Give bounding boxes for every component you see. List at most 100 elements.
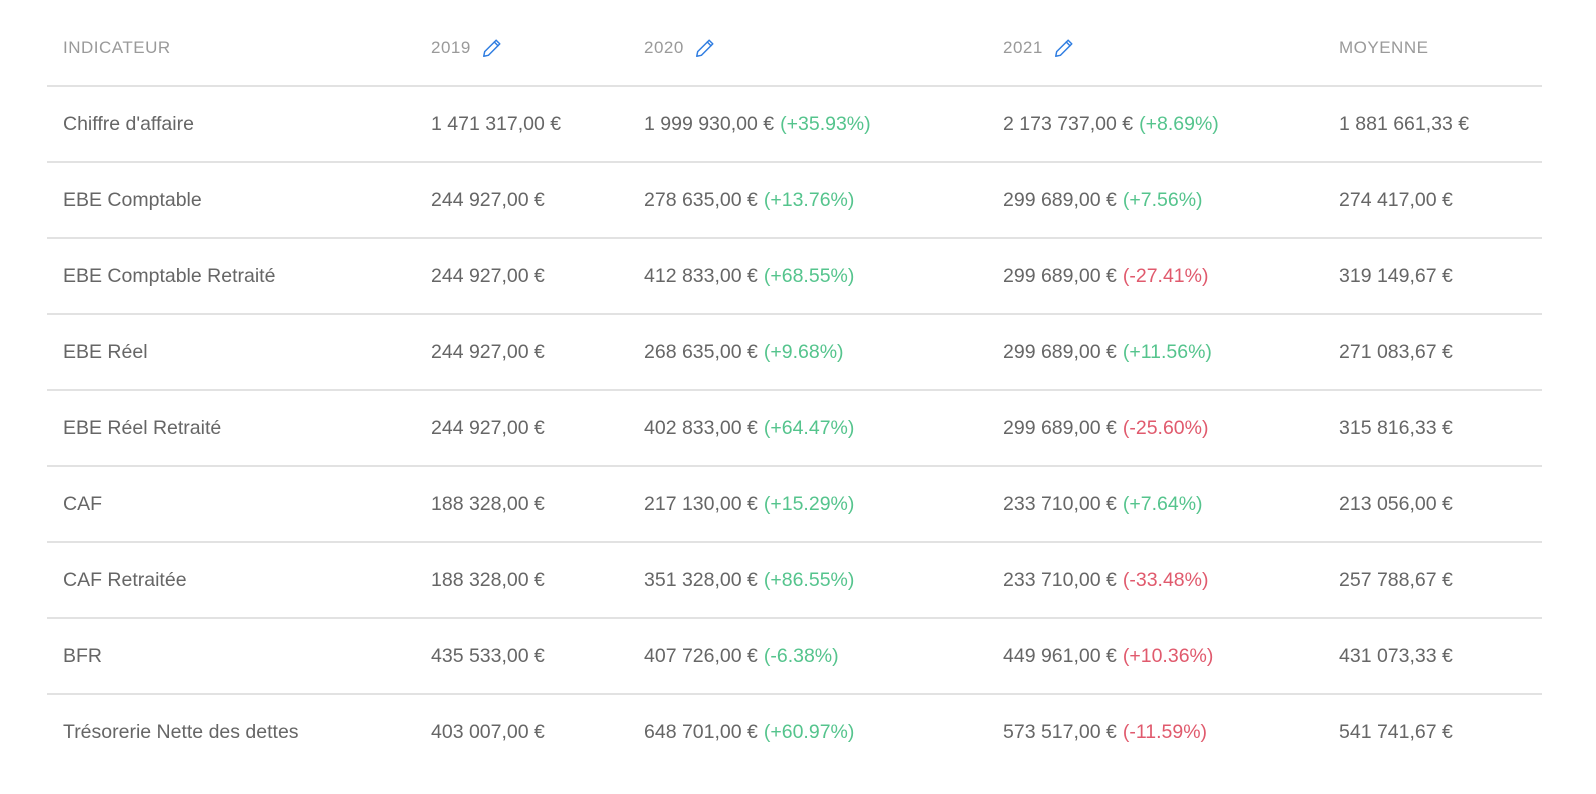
column-header-2021: 2021: [987, 0, 1323, 87]
table-body: Chiffre d'affaire 1 471 317,00 € 1 999 9…: [47, 86, 1542, 770]
value-2021: 233 710,00 €: [1003, 568, 1117, 591]
cell-value-2021: 449 961,00 € (+10.36%): [987, 618, 1323, 695]
change-2020-percent: (+86.55%): [763, 568, 855, 591]
cell-value-2020: 648 701,00 € (+60.97%): [628, 694, 987, 770]
change-2020-percent: (+64.47%): [763, 416, 855, 439]
cell-average: 274 417,00 €: [1323, 162, 1542, 239]
table-row: EBE Réel Retraité 244 927,00 € 402 833,0…: [47, 390, 1542, 467]
table-row: BFR 435 533,00 € 407 726,00 € (-6.38%) 44…: [47, 618, 1542, 695]
cell-average: 431 073,33 €: [1323, 618, 1542, 695]
value-2021: 299 689,00 €: [1003, 340, 1117, 363]
cell-value-2021: 299 689,00 € (-25.60%): [987, 390, 1323, 467]
cell-value-2019: 244 927,00 €: [415, 162, 628, 239]
value-2020: 407 726,00 €: [644, 644, 758, 667]
cell-indicator-label: Trésorerie Nette des dettes: [63, 721, 299, 743]
change-2020-percent: (+60.97%): [763, 721, 855, 743]
cell-value-2020: 278 635,00 € (+13.76%): [628, 162, 987, 239]
value-2021: 299 689,00 €: [1003, 416, 1117, 439]
table-header: INDICATEUR 2019 2020 2021 MOYENNE: [47, 0, 1542, 87]
value-2020: 648 701,00 €: [644, 721, 758, 743]
cell-value-2019: 188 328,00 €: [415, 466, 628, 543]
cell-value-2021: 299 689,00 € (-27.41%): [987, 238, 1323, 315]
cell-indicator-label: BFR: [47, 618, 415, 695]
change-2020-percent: (+68.55%): [763, 264, 855, 287]
column-header-2020-label: 2020: [644, 37, 684, 57]
cell-indicator-label: EBE Comptable: [47, 162, 415, 239]
table-row: EBE Réel 244 927,00 € 268 635,00 € (+9.68…: [47, 314, 1542, 391]
value-2020: 217 130,00 €: [644, 492, 758, 515]
cell-value-2019: 244 927,00 €: [415, 314, 628, 391]
table-row: EBE Comptable 244 927,00 € 278 635,00 €(…: [47, 162, 1542, 239]
cell-value-2021: 2 173 737,00 € (+8.69%): [987, 86, 1323, 163]
table-row: Chiffre d'affaire 1 471 317,00 € 1 999 9…: [47, 86, 1542, 163]
cell-value-2019: 1 471 317,00 €: [415, 86, 628, 163]
column-header-2019-label: 2019: [431, 37, 471, 57]
value-2021: 299 689,00 €: [1003, 188, 1117, 211]
value-2020: 1 999 930,00 €: [644, 112, 775, 135]
value-2021: 2 173 737,00 €: [1003, 112, 1134, 135]
change-2021-percent: (+8.69%): [1139, 112, 1219, 135]
cell-value-2021: 233 710,00 € (-33.48%): [987, 542, 1323, 619]
table-header-row: INDICATEUR 2019 2020 2021 MOYENNE: [47, 0, 1542, 87]
value-2021: 233 710,00 €: [1003, 492, 1117, 515]
cell-value-2019: 403 007,00 €: [431, 721, 545, 743]
cell-average: 271 083,67 €: [1323, 314, 1542, 391]
value-2020: 268 635,00 €: [644, 340, 758, 363]
value-2020: 351 328,00 €: [644, 568, 758, 591]
change-2021-percent: (+7.56%): [1122, 188, 1203, 211]
cell-indicator-label: EBE Comptable Retraité: [47, 238, 415, 315]
cell-average: 315 816,33 €: [1323, 390, 1542, 467]
cell-value-2020: 217 130,00 € (+15.29%): [628, 466, 987, 543]
cell-average: 541 741,67 €: [1339, 721, 1453, 743]
cell-value-2021: 299 689,00 € (+11.56%): [987, 314, 1323, 391]
cell-value-2021: 573 517,00 € (-11.59%): [987, 694, 1323, 770]
table-row: CAF 188 328,00 € 217 130,00 € (+15.29%) 2…: [47, 466, 1542, 543]
cell-indicator-label: EBE Réel Retraité: [47, 390, 415, 467]
cell-value-2021: 299 689,00 € (+7.56%): [987, 162, 1323, 239]
value-2020: 278 635,00 €: [644, 188, 758, 211]
edit-2021-pencil-icon[interactable]: [1053, 37, 1075, 59]
column-header-indicator: INDICATEUR: [47, 0, 415, 87]
column-header-2019: 2019: [415, 0, 628, 87]
cell-value-2019: 188 328,00 €: [415, 542, 628, 619]
cell-average: 213 056,00 €: [1323, 466, 1542, 543]
cell-average: 257 788,67 €: [1323, 542, 1542, 619]
cell-value-2020: 268 635,00 € (+9.68%): [628, 314, 987, 391]
value-2021: 299 689,00 €: [1003, 264, 1117, 287]
change-2021-percent: (-33.48%): [1122, 568, 1209, 591]
change-2020-percent: (+9.68%): [763, 340, 844, 363]
table-row: CAF Retraitée 188 328,00 € 351 328,00 €(…: [47, 542, 1542, 619]
table-row: Trésorerie Nette des dettes 403 007,00 €…: [47, 694, 1542, 770]
cell-value-2021: 233 710,00 € (+7.64%): [987, 466, 1323, 543]
change-2021-percent: (-27.41%): [1122, 264, 1209, 287]
cell-value-2020: 1 999 930,00 € (+35.93%): [628, 86, 987, 163]
change-2020-percent: (+15.29%): [763, 492, 855, 515]
value-2020: 412 833,00 €: [644, 264, 758, 287]
cell-indicator-label: EBE Réel: [47, 314, 415, 391]
cell-value-2020: 412 833,00 € (+68.55%): [628, 238, 987, 315]
cell-average: 319 149,67 €: [1323, 238, 1542, 315]
cell-indicator-label: CAF: [47, 466, 415, 543]
change-2021-percent: (-11.59%): [1122, 721, 1208, 743]
cell-value-2019: 244 927,00 €: [415, 390, 628, 467]
indicators-table-container: INDICATEUR 2019 2020 2021 MOYENNE Chiffr…: [47, 0, 1542, 770]
column-header-2021-label: 2021: [1003, 37, 1043, 57]
cell-indicator-label: CAF Retraitée: [47, 542, 415, 619]
column-header-average: MOYENNE: [1323, 0, 1542, 87]
change-2020-percent: (+13.76%): [763, 188, 855, 211]
cell-indicator-label: Chiffre d'affaire: [47, 86, 415, 163]
value-2020: 402 833,00 €: [644, 416, 758, 439]
value-2021: 449 961,00 €: [1003, 644, 1117, 667]
change-2021-percent: (-25.60%): [1122, 416, 1209, 439]
edit-2020-pencil-icon[interactable]: [694, 37, 716, 59]
table-row: EBE Comptable Retraité 244 927,00 € 412 …: [47, 238, 1542, 315]
cell-value-2019: 244 927,00 €: [415, 238, 628, 315]
change-2021-percent: (+11.56%): [1122, 340, 1212, 363]
change-2021-percent: (+7.64%): [1122, 492, 1203, 515]
cell-value-2020: 402 833,00 € (+64.47%): [628, 390, 987, 467]
change-2020-percent: (+35.93%): [780, 112, 871, 135]
cell-value-2019: 435 533,00 €: [415, 618, 628, 695]
change-2020-percent: (-6.38%): [763, 644, 839, 667]
value-2021: 573 517,00 €: [1003, 721, 1117, 743]
edit-2019-pencil-icon[interactable]: [481, 37, 503, 59]
